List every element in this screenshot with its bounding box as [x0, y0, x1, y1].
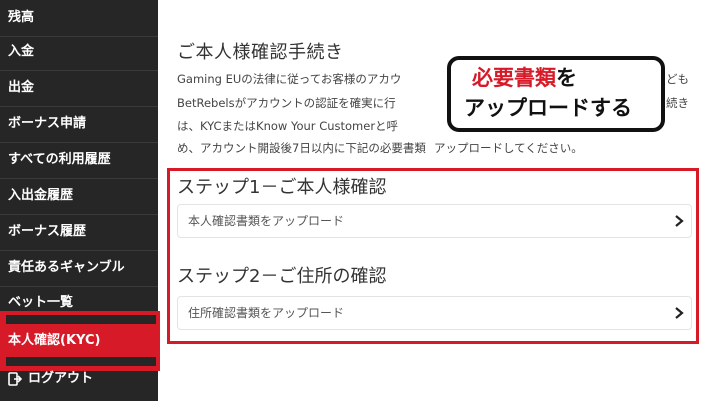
logout-label: ログアウト	[28, 371, 94, 386]
upload-address-document-row[interactable]: 住所確認書類をアップロード	[177, 296, 692, 330]
sidebar-item-responsible-gambling[interactable]: 責任あるギャンブル	[0, 250, 158, 286]
step1-title: ステップ1－ご本人様確認	[177, 177, 387, 198]
sidebar-item-bonus-request[interactable]: ボーナス申請	[0, 106, 158, 142]
sidebar-item-bonus-history[interactable]: ボーナス履歴	[0, 214, 158, 250]
upload-id-document-row[interactable]: 本人確認書類をアップロード	[177, 204, 692, 238]
logout-icon	[8, 372, 22, 386]
callout-text-line1: 必要書類を	[472, 64, 577, 92]
description-line: Gaming EUの法律に従ってお客様のアカウ	[177, 72, 402, 86]
sidebar-item-transaction-history[interactable]: 入出金履歴	[0, 178, 158, 214]
description-tail: 続き	[666, 96, 689, 110]
callout-text: を	[556, 66, 577, 90]
sidebar-item-kyc[interactable]: 本人確認(KYC)	[0, 311, 160, 371]
highlight-bar	[6, 357, 156, 366]
description-line: アップロードしてください。	[434, 141, 583, 155]
callout-highlight: 必要書類	[472, 66, 556, 90]
description-line: め、アカウント開設後7日以内に下記の必要書類	[177, 141, 426, 155]
sidebar-item-all-history[interactable]: すべての利用履歴	[0, 142, 158, 178]
sidebar-item-deposit[interactable]: 入金	[0, 34, 158, 70]
chevron-right-icon	[675, 307, 684, 319]
logout-link[interactable]: ログアウト	[8, 368, 93, 390]
description-line: は、KYCまたはKnow Your Customerと呼	[177, 119, 399, 133]
chevron-right-icon	[675, 215, 684, 227]
sidebar-item-withdraw[interactable]: 出金	[0, 70, 158, 106]
upload-id-label: 本人確認書類をアップロード	[188, 214, 345, 228]
sidebar-item-kyc-label: 本人確認(KYC)	[8, 333, 101, 348]
sidebar-item-balance[interactable]: 残高	[0, 0, 158, 36]
description-tail: ども	[666, 72, 689, 86]
upload-address-label: 住所確認書類をアップロード	[188, 306, 345, 320]
highlight-bar	[6, 315, 156, 324]
callout-text-line2: アップロードする	[464, 96, 632, 120]
step2-title: ステップ2－ご住所の確認	[177, 266, 387, 287]
sidebar: 残高 入金 出金 ボーナス申請 すべての利用履歴 入出金履歴 ボーナス履歴 責任…	[0, 0, 160, 401]
page-title: ご本人様確認手続き	[177, 42, 344, 63]
description-line: BetRebelsがアカウントの認証を確実に行	[177, 96, 396, 110]
